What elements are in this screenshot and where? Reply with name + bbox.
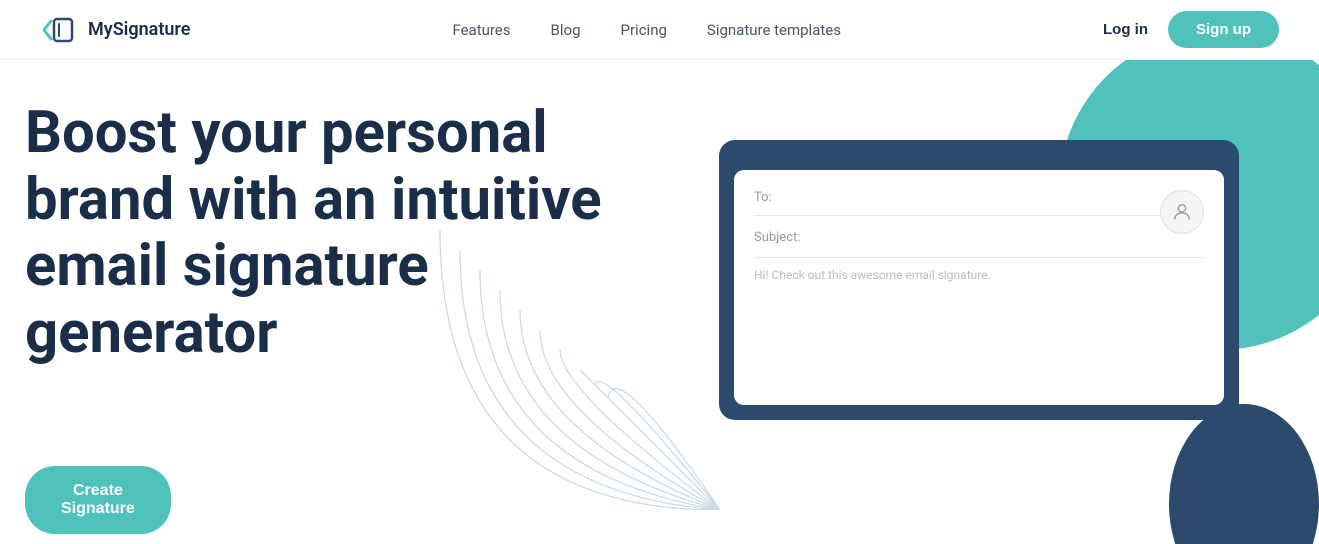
email-card-inner: To: Subject: Hi! Check out this awesome … bbox=[734, 170, 1224, 405]
hero-heading: Boost your personal brand with an intuit… bbox=[25, 100, 602, 367]
create-signature-button[interactable]: Create Signature bbox=[25, 466, 171, 534]
signup-button[interactable]: Sign up bbox=[1168, 11, 1279, 48]
hero-heading-line4: generator bbox=[25, 299, 277, 367]
navbar: MySignature Features Blog Pricing Signat… bbox=[0, 0, 1319, 60]
email-divider-2 bbox=[754, 257, 1204, 258]
hero-heading-line1: Boost your personal bbox=[25, 99, 548, 167]
navbar-right: Log in Sign up bbox=[1103, 11, 1279, 48]
logo-icon bbox=[40, 11, 78, 49]
avatar bbox=[1160, 190, 1204, 234]
bg-circle-dark bbox=[1169, 404, 1319, 544]
email-divider-1 bbox=[754, 215, 1204, 216]
email-subject-label: Subject: bbox=[754, 230, 800, 245]
hero-heading-line3: email signature bbox=[25, 232, 429, 300]
brand-name: MySignature bbox=[88, 19, 190, 40]
navbar-left: MySignature bbox=[40, 11, 190, 49]
email-body-text: Hi! Check out this awesome email signatu… bbox=[754, 268, 1204, 282]
email-subject-row: Subject: bbox=[754, 226, 1204, 245]
navbar-center: Features Blog Pricing Signature template… bbox=[452, 21, 841, 39]
email-to-label: To: bbox=[754, 190, 772, 205]
email-mockup-card: To: Subject: Hi! Check out this awesome … bbox=[719, 140, 1239, 420]
email-to-row: To: bbox=[754, 190, 1204, 205]
nav-signature-templates[interactable]: Signature templates bbox=[707, 21, 841, 39]
login-button[interactable]: Log in bbox=[1103, 21, 1148, 38]
hero-section: To: Subject: Hi! Check out this awesome … bbox=[0, 60, 1319, 544]
nav-pricing[interactable]: Pricing bbox=[621, 21, 667, 39]
hero-heading-line2: brand with an intuitive bbox=[25, 166, 602, 234]
person-icon bbox=[1171, 201, 1193, 223]
nav-blog[interactable]: Blog bbox=[551, 21, 581, 39]
hero-text: Boost your personal brand with an intuit… bbox=[25, 100, 602, 397]
nav-features[interactable]: Features bbox=[452, 21, 510, 39]
